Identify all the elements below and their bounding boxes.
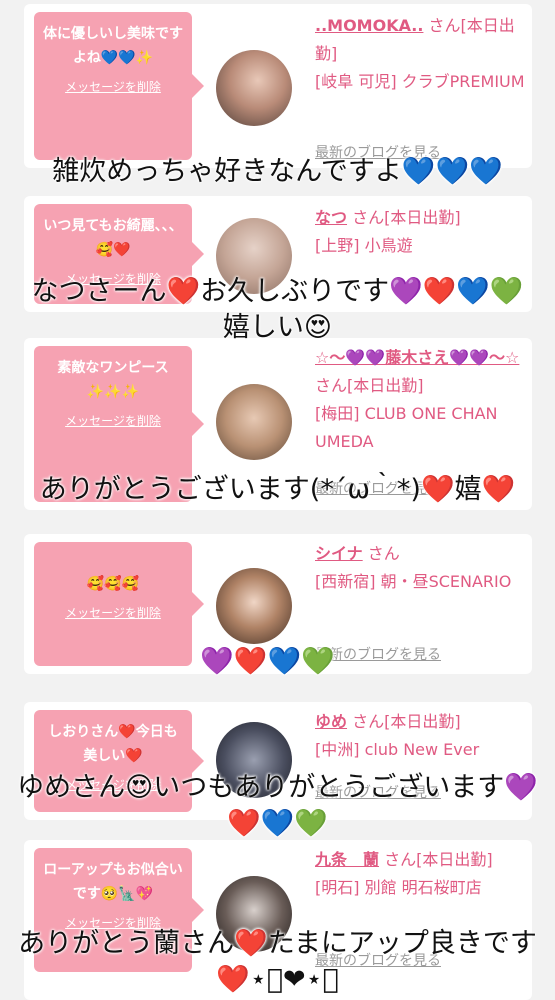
message-text: しおりさん❤️今日も美しい❤️	[48, 724, 178, 764]
cast-status: さん[本日出勤]	[384, 850, 493, 869]
message-text: 🥰🥰🥰	[86, 576, 140, 592]
avatar[interactable]	[216, 50, 292, 126]
overlay-caption: ありがとう蘭さん❤️たまにアップ良きです❤️⋆͛❤︎⋆͛	[18, 928, 537, 995]
delete-message-link[interactable]: メッセージを削除	[65, 412, 161, 429]
overlay-caption: 雑炊めっちゃ好きなんですよ💙💙💙	[52, 156, 503, 187]
cast-status: さん[本日出勤]	[315, 376, 424, 395]
cast-name-link[interactable]: ☆〜💜💜藤木さえ💜💜〜☆	[315, 348, 519, 367]
cast-status: さん	[367, 544, 400, 563]
overlay-caption: 💜❤️💙💚	[200, 646, 335, 677]
overlay-caption: なつさーん❤️お久しぶりです💜❤️💙💚嬉しい😍	[31, 276, 524, 343]
cast-status: さん[本日出勤]	[352, 208, 461, 227]
cast-name-link[interactable]: ..MOMOKA..	[315, 16, 423, 35]
shop-name: [西新宿] 朝・昼SCENARIO	[315, 572, 512, 591]
cast-name-link[interactable]: なつ	[315, 208, 347, 227]
message-text: ローアップもお似合いです🥺🗽💖	[43, 862, 183, 902]
shop-name: [梅田] CLUB ONE CHAN UMEDA	[315, 404, 498, 451]
overlay-caption: ゆめさん😍いつもありがとうございます💜❤️💙💚	[17, 772, 538, 839]
shop-name: [岐阜 可児] クラブPREMIUM	[315, 72, 525, 91]
shop-name: [上野] 小鳥遊	[315, 236, 413, 255]
message-card: 体に優しいし美味ですよね💙💙✨ メッセージを削除 ..MOMOKA.. さん[本…	[24, 4, 532, 168]
avatar[interactable]	[216, 384, 292, 460]
delete-message-link[interactable]: メッセージを削除	[65, 78, 161, 95]
shop-name: [明石] 別館 明石桜町店	[315, 878, 482, 897]
avatar[interactable]	[216, 568, 292, 644]
cast-status: さん[本日出勤]	[352, 712, 461, 731]
shop-name: [中洲] club New Ever	[315, 740, 480, 759]
delete-message-link[interactable]: メッセージを削除	[65, 604, 161, 621]
message-bubble: 体に優しいし美味ですよね💙💙✨ メッセージを削除	[34, 12, 204, 160]
overlay-caption: ありがとうございます(*´ω｀*)❤️嬉❤️	[39, 474, 516, 505]
message-text: いつ見てもお綺麗、、、🥰❤️	[43, 218, 183, 258]
cast-name-link[interactable]: 九条 蘭	[315, 850, 379, 869]
message-text: 素敵なワンピース✨✨✨	[57, 360, 169, 400]
cast-name-link[interactable]: シイナ	[315, 544, 363, 563]
cast-name-link[interactable]: ゆめ	[315, 712, 347, 731]
message-text: 体に優しいし美味ですよね💙💙✨	[43, 26, 183, 66]
